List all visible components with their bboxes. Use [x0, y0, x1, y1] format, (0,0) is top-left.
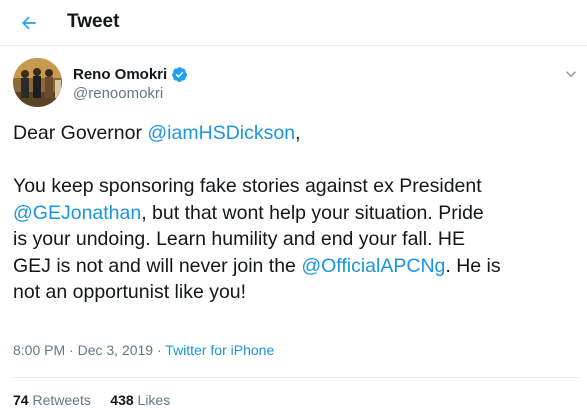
retweets-stat[interactable]: 74 Retweets	[13, 392, 91, 408]
likes-stat[interactable]: 438 Likes	[110, 392, 170, 408]
top-bar: Tweet	[0, 0, 587, 46]
arrow-left-icon	[22, 16, 36, 30]
tweet-meta: 8:00 PM · Dec 3, 2019 · Twitter for iPho…	[13, 342, 274, 358]
mention-link[interactable]: @GEJonathan	[13, 202, 141, 224]
avatar[interactable]	[13, 58, 62, 107]
text-segment: You keep sponsoring fake stories against…	[13, 175, 482, 197]
likes-count: 438	[110, 392, 134, 408]
retweets-count: 74	[13, 392, 29, 408]
chevron-down-icon	[565, 71, 577, 78]
tweet-text: Dear Governor @iamHSDickson, You keep sp…	[13, 120, 573, 306]
author-name-text: Reno Omokri	[73, 66, 168, 83]
back-button[interactable]	[12, 6, 46, 40]
likes-label: Likes	[137, 392, 171, 408]
tweet-source-link[interactable]: Twitter for iPhone	[165, 342, 274, 358]
retweets-label: Retweets	[32, 392, 91, 408]
tweet-time[interactable]: 8:00 PM	[13, 342, 65, 358]
mention-link[interactable]: @OfficialAPCNg	[301, 255, 445, 277]
author-name[interactable]: Reno Omokri	[73, 66, 188, 83]
text-segment: Dear Governor	[13, 122, 148, 144]
mention-link[interactable]: @iamHSDickson	[147, 122, 295, 144]
tweet-stats: 74 Retweets 438 Likes	[13, 392, 170, 408]
author-handle[interactable]: @renoomokri	[73, 85, 163, 102]
tweet-date[interactable]: Dec 3, 2019	[78, 342, 154, 358]
avatar-photo	[13, 58, 62, 107]
tweet-menu-button[interactable]	[562, 65, 580, 83]
separator: ·	[153, 342, 166, 358]
text-segment: ,	[295, 122, 301, 144]
page-title: Tweet	[67, 11, 120, 32]
verified-badge-icon	[172, 67, 188, 82]
divider	[13, 377, 580, 378]
separator: ·	[65, 342, 78, 358]
